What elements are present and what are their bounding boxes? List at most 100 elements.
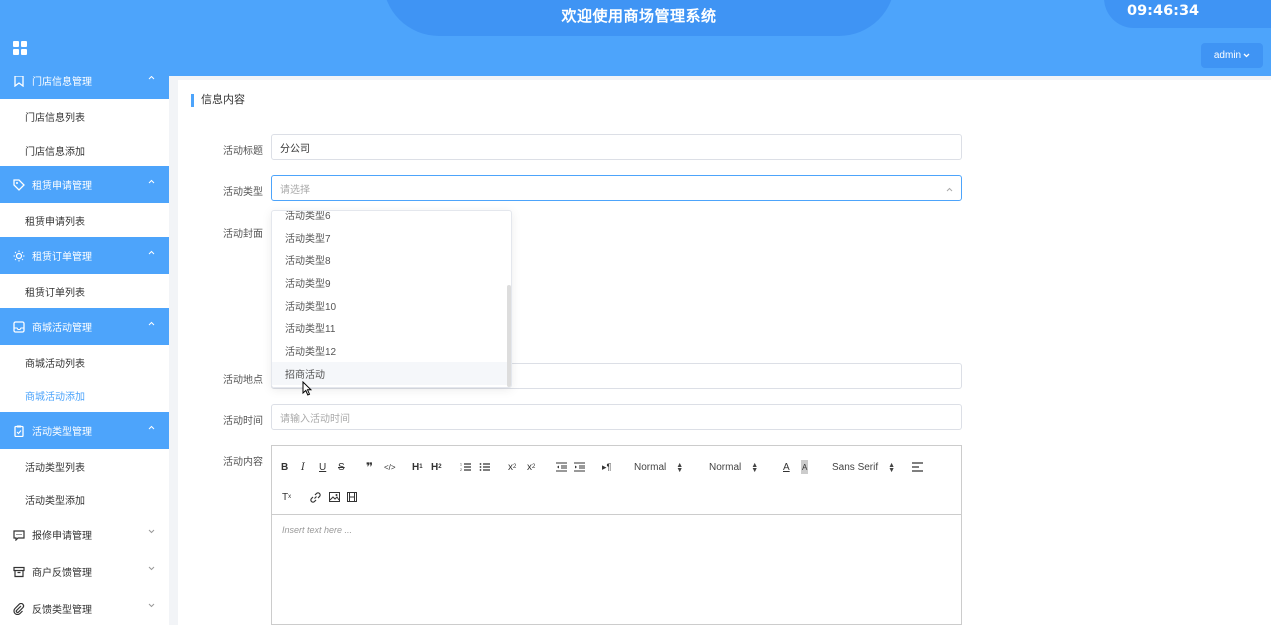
dropdown-option[interactable]: 活动类型12	[272, 339, 507, 362]
sidebar-item-activity-list[interactable]: 商城活动列表	[0, 345, 169, 379]
rich-text-editor: B I U S ❞ </> H1 H2 12 x2 x2 ▸¶ Normal ▲…	[271, 445, 962, 625]
content-label: 活动内容	[223, 457, 263, 468]
strike-icon[interactable]: S	[338, 460, 345, 474]
sidebar-item-store-add[interactable]: 门店信息添加	[0, 133, 169, 167]
sidebar-item-lease-order-list[interactable]: 租赁订单列表	[0, 274, 169, 308]
link-icon[interactable]	[310, 490, 321, 504]
blockquote-icon[interactable]: ❞	[366, 460, 373, 474]
indent-icon[interactable]	[574, 460, 585, 474]
header-select-value: Normal	[634, 462, 667, 473]
title-input[interactable]: 分公司	[271, 134, 962, 160]
sidebar-item-activity-add[interactable]: 商城活动添加	[0, 378, 169, 412]
updown-icon: ▲ ▼	[751, 461, 759, 474]
title-input-value: 分公司	[280, 143, 310, 155]
tag-icon	[13, 178, 25, 191]
sidebar-group-label: 租赁订单管理	[32, 252, 92, 263]
sidebar-group-label: 报修申请管理	[32, 531, 92, 542]
time-input[interactable]: 请输入活动时间	[271, 404, 962, 430]
sidebar-group-mall-activity[interactable]: 商城活动管理	[0, 308, 169, 345]
video-icon[interactable]	[347, 490, 357, 504]
sidebar-item-store-list[interactable]: 门店信息列表	[0, 99, 169, 133]
user-menu-button[interactable]: admin	[1201, 43, 1263, 68]
clear-format-icon[interactable]: Tx	[282, 490, 291, 504]
editor-body[interactable]: Insert text here ...	[282, 525, 352, 535]
sidebar-group-feedback[interactable]: 商户反馈管理	[0, 553, 169, 590]
sidebar-group-lease-apply[interactable]: 租赁申请管理	[0, 166, 169, 203]
clipboard-icon	[13, 425, 25, 437]
sidebar-group-store-info[interactable]: 门店信息管理	[0, 76, 169, 99]
chevron-down-icon	[148, 566, 155, 571]
bold-icon[interactable]: B	[281, 460, 288, 474]
font-select-value: Sans Serif	[832, 462, 879, 473]
datetime: 2024-03-24 09:46:34	[1127, 0, 1220, 19]
chevron-up-icon	[148, 179, 155, 184]
header1-icon[interactable]: H1	[412, 460, 423, 474]
time-input-placeholder: 请输入活动时间	[280, 413, 350, 425]
dropdown-scrollbar[interactable]	[507, 285, 511, 387]
code-icon[interactable]: </>	[384, 460, 396, 474]
sidebar-item-type-add[interactable]: 活动类型添加	[0, 482, 169, 516]
chevron-up-icon	[946, 187, 953, 192]
sidebar-group-label: 活动类型管理	[32, 427, 92, 438]
chevron-up-icon	[148, 250, 155, 255]
message-icon	[13, 529, 25, 541]
sun-icon	[13, 250, 25, 262]
align-icon[interactable]	[912, 460, 923, 474]
dropdown-option[interactable]: 活动类型6	[272, 211, 507, 226]
chevron-down-icon	[148, 529, 155, 534]
user-name: admin	[1213, 50, 1242, 61]
dropdown-option[interactable]: 活动类型10	[272, 294, 507, 317]
system-title-banner: 欢迎使用商场管理系统	[383, 0, 895, 36]
paperclip-icon	[13, 602, 25, 615]
sidebar-item-lease-apply-list[interactable]: 租赁申请列表	[0, 203, 169, 237]
chevron-up-icon	[148, 76, 155, 80]
grid-menu-icon[interactable]	[13, 41, 27, 55]
font-select[interactable]: Sans Serif ▲ ▼	[832, 462, 895, 474]
chevron-up-icon	[148, 425, 155, 430]
time-label: 活动时间	[223, 416, 263, 427]
size-select[interactable]: Normal ▲ ▼	[709, 461, 759, 474]
dropdown-option[interactable]: 活动类型9	[272, 271, 507, 294]
dropdown-option[interactable]: 活动类型11	[272, 316, 507, 339]
subscript-icon[interactable]: x2	[508, 460, 516, 474]
svg-text:1: 1	[460, 463, 462, 467]
datetime-banner: 2024-03-24 09:46:34	[1104, 0, 1271, 28]
sidebar-group-label: 门店信息管理	[32, 77, 92, 88]
sidebar-group-activity-type[interactable]: 活动类型管理	[0, 412, 169, 449]
type-dropdown: 活动类型6 活动类型7 活动类型8 活动类型9 活动类型10 活动类型11 活动…	[271, 210, 512, 388]
sidebar-group-label: 商户反馈管理	[32, 568, 92, 579]
text-color-icon[interactable]: A	[783, 460, 790, 474]
sidebar-group-lease-order[interactable]: 租赁订单管理	[0, 237, 169, 274]
sidebar-item-type-list[interactable]: 活动类型列表	[0, 449, 169, 483]
chevron-up-icon	[148, 321, 155, 326]
bookmark-icon	[13, 76, 25, 87]
ordered-list-icon[interactable]: 12	[460, 460, 471, 474]
outdent-icon[interactable]	[556, 460, 567, 474]
dropdown-option[interactable]: 活动类型7	[272, 226, 507, 249]
inbox-icon	[13, 320, 25, 333]
header-select[interactable]: Normal ▲ ▼	[634, 462, 683, 474]
superscript-icon[interactable]: x2	[527, 460, 535, 474]
sidebar-group-label: 商城活动管理	[32, 323, 92, 334]
underline-icon[interactable]: U	[319, 460, 326, 474]
sidebar-group-label: 反馈类型管理	[32, 605, 92, 616]
dropdown-option[interactable]: 活动类型8	[272, 248, 507, 271]
section-title: 信息内容	[191, 94, 245, 107]
top-header: 欢迎使用商场管理系统 2024-03-24 09:46:34 admin	[0, 0, 1271, 76]
size-select-value: Normal	[709, 462, 742, 473]
background-color-icon[interactable]: A	[801, 460, 809, 474]
italic-icon[interactable]: I	[301, 460, 305, 474]
bullet-list-icon[interactable]	[479, 460, 490, 474]
type-select[interactable]: 请选择	[271, 175, 962, 201]
sidebar-group-repair[interactable]: 报修申请管理	[0, 516, 169, 553]
sidebar-group-label: 租赁申请管理	[32, 181, 92, 192]
cover-label: 活动封面	[223, 229, 263, 240]
chevron-down-icon	[1243, 53, 1250, 58]
mouse-cursor-icon	[302, 381, 312, 396]
type-label: 活动类型	[223, 187, 263, 198]
system-title: 欢迎使用商场管理系统	[561, 7, 717, 25]
header2-icon[interactable]: H2	[431, 460, 442, 474]
sidebar-group-feedback-type[interactable]: 反馈类型管理	[0, 590, 169, 625]
direction-icon[interactable]: ▸¶	[602, 460, 611, 474]
image-icon[interactable]	[329, 490, 340, 504]
